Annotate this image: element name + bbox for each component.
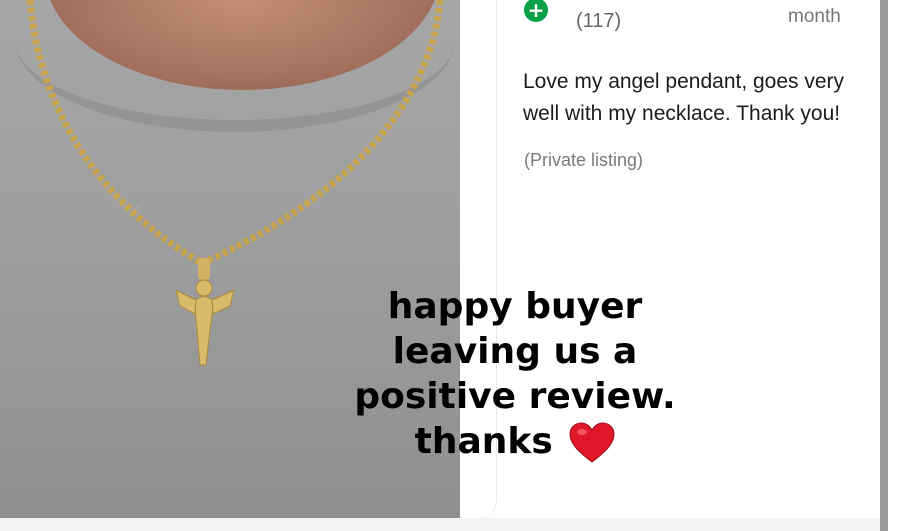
plus-circle-icon: + [524,0,548,22]
caption-line-3: positive review. [354,376,676,417]
heart-icon [569,422,615,463]
angel-pendant [175,279,235,366]
caption-line-2: leaving us a [392,331,638,372]
caption-thanks: thanks [414,421,553,462]
caption-line-1: happy buyer [387,286,643,327]
private-listing-note: (Private listing) [524,150,644,170]
overlay-caption: happy buyer leaving us a positive review… [340,284,690,464]
review-text: Love my angel pendant, goes very well wi… [523,70,845,125]
caption-line-4: thanks [340,419,690,464]
reviewer-feedback-count: (117) [576,10,622,32]
bottom-strip [0,518,880,531]
review-date: month [788,6,841,27]
